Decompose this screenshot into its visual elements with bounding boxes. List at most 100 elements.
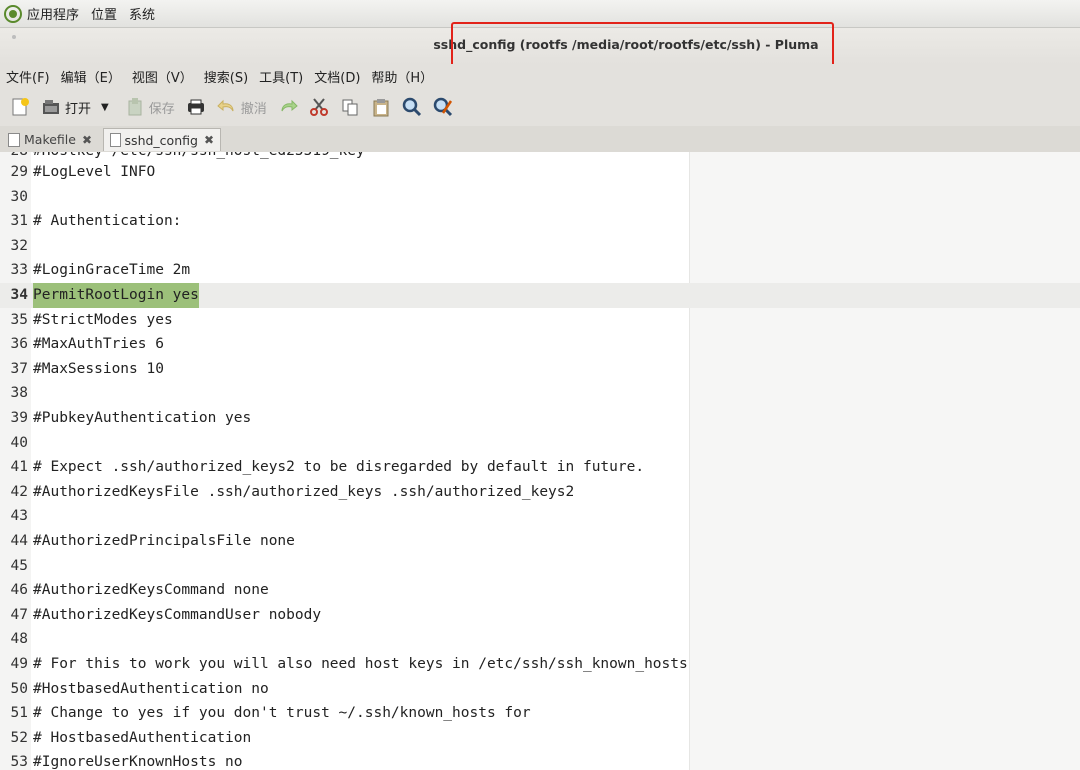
paste-button[interactable] [367, 92, 395, 122]
line-text: # Change to yes if you don't trust ~/.ss… [33, 705, 531, 722]
line-text: #AuthorizedKeysCommandUser nobody [33, 606, 322, 623]
line-text: #IgnoreUserKnownHosts no [33, 754, 243, 770]
code-line[interactable]: 47 #AuthorizedKeysCommandUser nobody [0, 603, 1080, 628]
find-button[interactable] [398, 92, 426, 122]
code-line[interactable]: 39 #PubkeyAuthentication yes [0, 406, 1080, 431]
line-number: 31 [10, 213, 28, 230]
redo-button[interactable] [274, 92, 302, 122]
undo-label: 撤消 [240, 101, 267, 117]
save-button[interactable]: 保存 [121, 92, 179, 122]
line-number: 51 [10, 705, 28, 722]
line-number: 41 [10, 459, 28, 476]
line-number: 35 [10, 311, 28, 328]
code-line[interactable]: 30 [0, 185, 1080, 210]
code-line[interactable]: 29 #LogLevel INFO [0, 160, 1080, 185]
line-number: 39 [10, 410, 28, 426]
panel-menu-system[interactable]: 系统 [129, 4, 155, 23]
line-number: 47 [10, 606, 28, 623]
code-line[interactable]: 32 [0, 234, 1080, 259]
new-document-button[interactable] [6, 92, 34, 122]
menu-file[interactable]: 文件(F) [0, 67, 55, 86]
line-text: #AuthorizedKeysCommand none [33, 582, 269, 599]
line-number: 32 [10, 237, 28, 254]
code-line[interactable]: 35 #StrictModes yes [0, 308, 1080, 333]
find-replace-button[interactable] [429, 92, 457, 122]
line-number: 46 [10, 582, 28, 599]
code-line[interactable]: 44 #AuthorizedPrincipalsFile none [0, 529, 1080, 554]
copy-button[interactable] [336, 92, 364, 122]
line-number: 38 [10, 385, 28, 402]
new-document-icon [10, 97, 30, 117]
text-file-icon [110, 133, 121, 147]
code-line[interactable]: 51 # Change to yes if you don't trust ~/.… [0, 701, 1080, 726]
line-text: #MaxSessions 10 [33, 360, 164, 377]
line-number: 48 [10, 631, 28, 648]
code-line[interactable]: 43 [0, 504, 1080, 529]
code-line[interactable]: 50 #HostbasedAuthentication no [0, 677, 1080, 702]
undo-button[interactable]: 撤消 [213, 92, 271, 122]
line-number: 29 [10, 164, 28, 180]
code-line[interactable]: 46 #AuthorizedKeysCommand none [0, 578, 1080, 603]
line-number: 42 [10, 483, 28, 500]
menu-bar: 文件(F) 编辑（E） 视图（V） 搜索(S) 工具(T) 文档(D) 帮助（H… [0, 64, 1080, 88]
code-line[interactable]: 34 PermitRootLogin yes [0, 283, 1080, 308]
line-text: # For this to work you will also need ho… [33, 656, 688, 672]
clipboard-icon [371, 97, 391, 117]
code-line[interactable]: 53 #IgnoreUserKnownHosts no [0, 750, 1080, 770]
line-text: #AuthorizedKeysFile .ssh/authorized_keys… [33, 483, 575, 500]
menu-help[interactable]: 帮助（H） [365, 67, 438, 86]
code-line[interactable]: 41 # Expect .ssh/authorized_keys2 to be d… [0, 455, 1080, 480]
code-line[interactable]: 45 [0, 554, 1080, 579]
undo-arrow-icon [216, 97, 237, 117]
code-line[interactable]: 42 #AuthorizedKeysFile .ssh/authorized_ke… [0, 480, 1080, 505]
line-number: 45 [10, 557, 28, 574]
line-number: 37 [10, 360, 28, 377]
code-line[interactable]: 36 #MaxAuthTries 6 [0, 332, 1080, 357]
document-tabs: Makefile ✖ sshd_config ✖ [0, 126, 1080, 153]
tab-makefile[interactable]: Makefile ✖ [2, 128, 102, 151]
code-line[interactable]: 31 # Authentication: [0, 209, 1080, 234]
menu-documents[interactable]: 文档(D) [308, 67, 365, 86]
line-number: 53 [10, 754, 28, 770]
chevron-down-icon: ▼ [101, 101, 109, 113]
close-icon[interactable]: ✖ [82, 133, 92, 147]
text-editor[interactable]: 28 #Hostkey /etc/ssh/ssh_host_ed25519_ke… [0, 152, 1080, 770]
code-line[interactable]: 49 # For this to work you will also need … [0, 652, 1080, 677]
menu-view[interactable]: 视图（V） [126, 67, 198, 86]
code-line[interactable]: 48 [0, 627, 1080, 652]
code-line[interactable]: 52 # HostbasedAuthentication [0, 726, 1080, 751]
line-number: 36 [10, 336, 28, 353]
panel-menu-places[interactable]: 位置 [91, 4, 117, 23]
redo-arrow-icon [278, 97, 298, 117]
cut-button[interactable] [305, 92, 333, 122]
close-icon[interactable]: ✖ [204, 133, 214, 147]
tab-label: Makefile [24, 132, 76, 147]
save-label: 保存 [148, 101, 175, 117]
save-icon [125, 97, 145, 117]
open-recent-dropdown[interactable]: ▼ [95, 92, 113, 122]
magnifier-icon [402, 97, 422, 117]
tab-sshd-config[interactable]: sshd_config ✖ [103, 128, 221, 151]
line-text: #LoginGraceTime 2m [33, 262, 191, 279]
panel-menu-applications[interactable]: 应用程序 [27, 4, 79, 23]
line-text: #LogLevel INFO [33, 164, 156, 180]
code-line[interactable]: 33 #LoginGraceTime 2m [0, 258, 1080, 283]
line-text: #HostbasedAuthentication no [33, 680, 269, 697]
menu-search[interactable]: 搜索(S) [198, 67, 253, 86]
mate-logo-icon[interactable] [4, 4, 22, 23]
line-number: 52 [10, 729, 28, 746]
code-line[interactable]: 38 [0, 381, 1080, 406]
code-line[interactable]: 40 [0, 431, 1080, 456]
line-text: PermitRootLogin yes [33, 283, 199, 308]
open-label: 打开 [65, 101, 92, 117]
menu-tools[interactable]: 工具(T) [253, 67, 308, 86]
menu-edit[interactable]: 编辑（E） [55, 67, 126, 86]
line-text: # Authentication: [33, 213, 182, 230]
code-line[interactable]: 37 #MaxSessions 10 [0, 357, 1080, 382]
print-button[interactable] [182, 92, 210, 122]
line-number: 40 [10, 434, 28, 451]
line-number: 43 [10, 508, 28, 525]
find-replace-icon [433, 97, 453, 117]
open-button[interactable]: 打开 [37, 92, 95, 122]
line-text: # Expect .ssh/authorized_keys2 to be dis… [33, 459, 645, 476]
